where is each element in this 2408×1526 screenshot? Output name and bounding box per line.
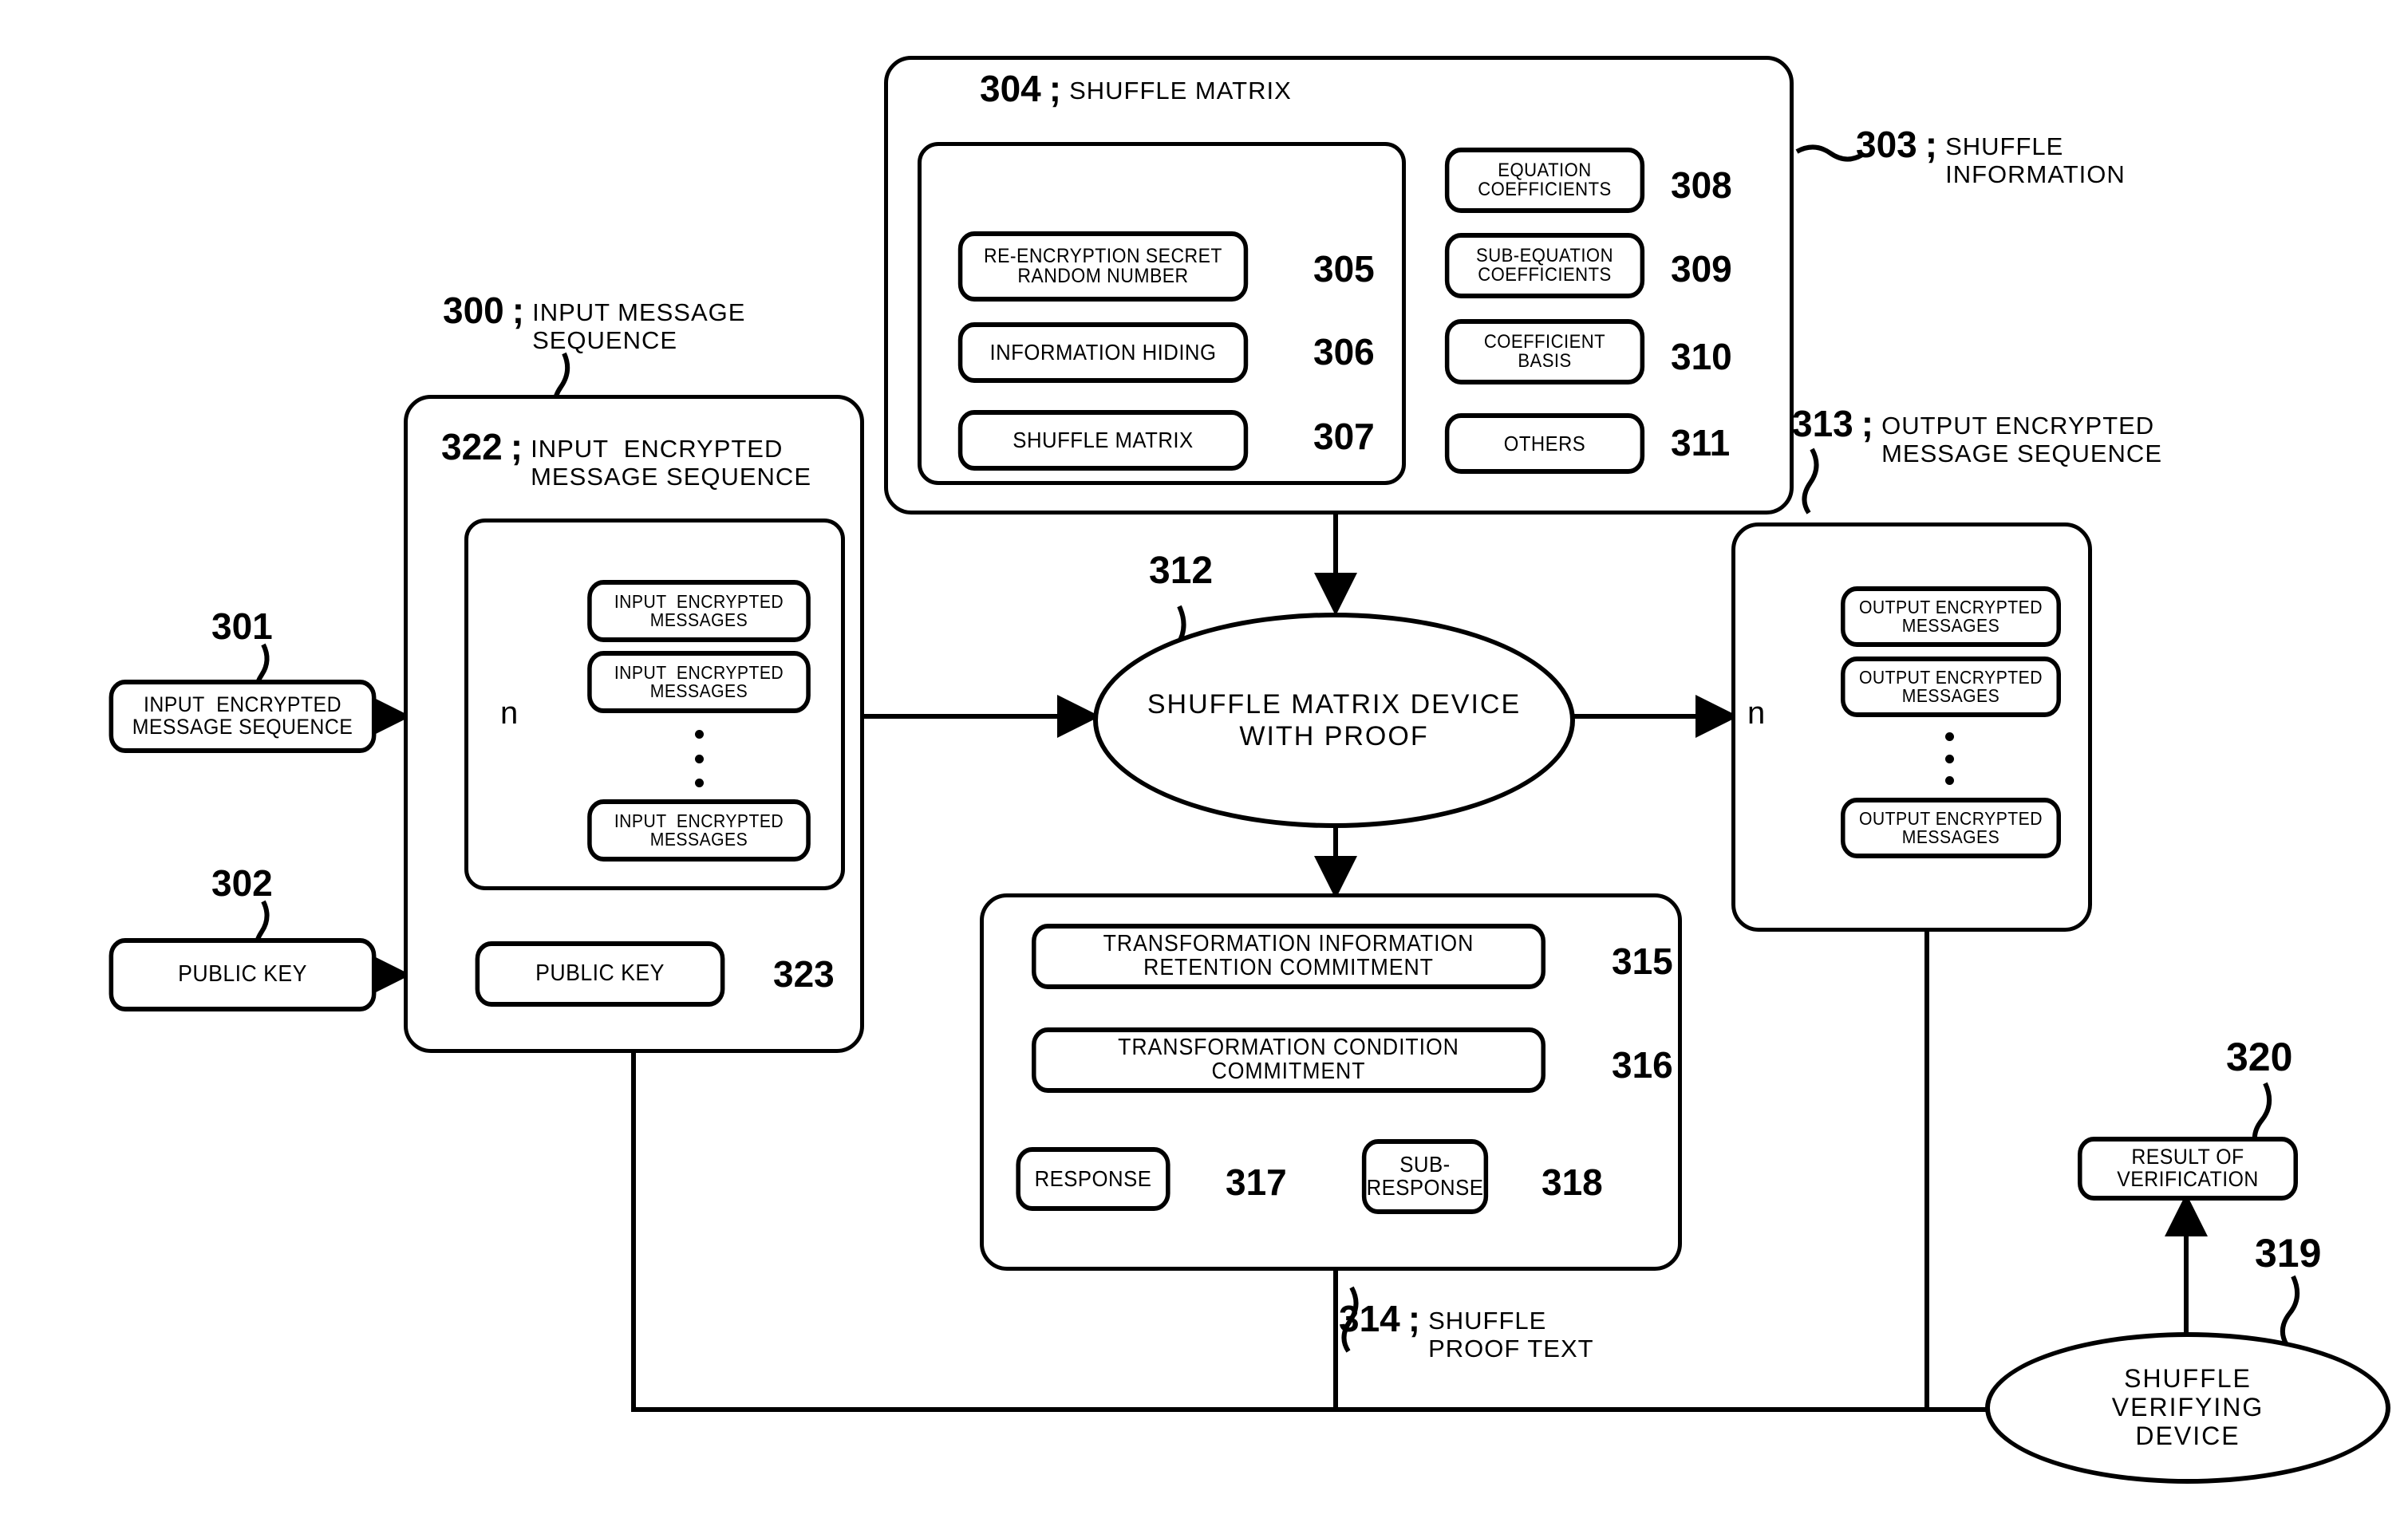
response[interactable]: RESPONSE — [1016, 1147, 1170, 1211]
public-key-inner-label: PUBLIC KEY — [535, 960, 665, 987]
ref-319: 319 — [2255, 1231, 2322, 1276]
item-310-label: COEFFICIENT BASIS — [1483, 330, 1606, 372]
caption-322-sep: ; — [510, 426, 523, 467]
output-ellipsis-dots — [1944, 732, 1954, 785]
caption-304-num: 304 — [980, 68, 1041, 109]
caption-303-num: 303 — [1856, 124, 1917, 165]
result-of-verification[interactable]: RESULT OF VERIFICATION — [2078, 1137, 2298, 1201]
caption-303: 303 ; SHUFFLE INFORMATION — [1856, 126, 2126, 189]
caption-303-sep: ; — [1924, 124, 1938, 165]
caption-322-text: INPUT ENCRYPTED MESSAGE SEQUENCE — [531, 435, 811, 491]
caption-314: 314 ; SHUFFLE PROOF TEXT — [1339, 1300, 1594, 1363]
ref-317: 317 — [1226, 1161, 1287, 1203]
caption-300-text: INPUT MESSAGE SEQUENCE — [532, 298, 746, 355]
caption-304: 304 ; SHUFFLE MATRIX — [980, 70, 1292, 107]
re-encryption-secret-random-number[interactable]: RE-ENCRYPTION SECRET RANDOM NUMBER — [957, 231, 1249, 302]
input-item-3-label: INPUT ENCRYPTED MESSAGES — [614, 810, 784, 850]
result-label: RESULT OF VERIFICATION — [2117, 1145, 2259, 1191]
output-encrypted-messages-item-3[interactable]: OUTPUT ENCRYPTED MESSAGES — [1841, 798, 2061, 858]
input-item-2-label: INPUT ENCRYPTED MESSAGES — [614, 661, 784, 701]
ref-307: 307 — [1313, 416, 1375, 457]
ref-318: 318 — [1542, 1161, 1603, 1203]
caption-314-num: 314 — [1339, 1298, 1400, 1339]
input-encrypted-messages-item-1[interactable]: INPUT ENCRYPTED MESSAGES — [587, 580, 811, 642]
input-encrypted-message-sequence-source[interactable]: INPUT ENCRYPTED MESSAGE SEQUENCE — [109, 680, 377, 753]
verifying-device-label: SHUFFLE VERIFYING DEVICE — [2111, 1364, 2264, 1450]
ref-305: 305 — [1313, 248, 1375, 290]
ref-309: 309 — [1671, 248, 1732, 290]
leader-303 — [1795, 144, 1864, 162]
item-311-label: OTHERS — [1503, 431, 1586, 455]
public-key-source[interactable]: PUBLIC KEY — [109, 938, 377, 1011]
item-306-label: INFORMATION HIDING — [989, 339, 1217, 365]
input-count-label: n — [500, 696, 519, 731]
caption-300-sep: ; — [511, 290, 525, 331]
item-308-label: EQUATION COEFFICIENTS — [1478, 159, 1612, 200]
ref-311: 311 — [1671, 422, 1731, 463]
caption-304-text: SHUFFLE MATRIX — [1069, 77, 1292, 104]
caption-304-sep: ; — [1048, 68, 1062, 109]
ref-306: 306 — [1313, 331, 1375, 373]
caption-314-text: SHUFFLE PROOF TEXT — [1428, 1307, 1594, 1363]
ref-323: 323 — [773, 953, 835, 995]
caption-303-text: SHUFFLE INFORMATION — [1945, 132, 2126, 189]
shuffle-verifying-device[interactable]: SHUFFLE VERIFYING DEVICE — [1985, 1332, 2390, 1484]
item-317-label: RESPONSE — [1034, 1165, 1152, 1191]
item-307-label: SHUFFLE MATRIX — [1013, 427, 1194, 452]
input-encrypted-messages-item-2[interactable]: INPUT ENCRYPTED MESSAGES — [587, 651, 811, 713]
caption-300: 300 ; INPUT MESSAGE SEQUENCE — [443, 292, 745, 355]
ref-315: 315 — [1612, 940, 1673, 982]
item-315-label: TRANSFORMATION INFORMATION RETENTION COM… — [1103, 931, 1474, 980]
public-key-inner[interactable]: PUBLIC KEY — [475, 941, 725, 1007]
information-hiding[interactable]: INFORMATION HIDING — [957, 322, 1249, 383]
caption-313-num: 313 — [1792, 403, 1853, 444]
equation-coefficients[interactable]: EQUATION COEFFICIENTS — [1444, 148, 1645, 213]
input-item-1-label: INPUT ENCRYPTED MESSAGES — [614, 590, 784, 630]
item-318-label: SUB- RESPONSE — [1366, 1152, 1484, 1200]
shuffle-matrix-item[interactable]: SHUFFLE MATRIX — [957, 410, 1249, 471]
transformation-information-retention-commitment[interactable]: TRANSFORMATION INFORMATION RETENTION COM… — [1032, 924, 1545, 989]
item-309-label: SUB-EQUATION COEFFICIENTS — [1476, 244, 1613, 286]
caption-314-sep: ; — [1407, 1298, 1421, 1339]
ref-308: 308 — [1671, 164, 1732, 206]
patent-figure-canvas: 301 INPUT ENCRYPTED MESSAGE SEQUENCE 302… — [0, 0, 2408, 1526]
public-key-source-label: PUBLIC KEY — [178, 961, 307, 988]
caption-322-num: 322 — [441, 426, 503, 467]
caption-313-sep: ; — [1861, 403, 1874, 444]
output-item-2-label: OUTPUT ENCRYPTED MESSAGES — [1859, 666, 2043, 706]
ref-310: 310 — [1671, 336, 1732, 377]
caption-300-num: 300 — [443, 290, 504, 331]
transformation-condition-commitment[interactable]: TRANSFORMATION CONDITION COMMITMENT — [1032, 1027, 1545, 1093]
ref-301: 301 — [211, 605, 273, 647]
others[interactable]: OTHERS — [1444, 413, 1645, 474]
output-item-1-label: OUTPUT ENCRYPTED MESSAGES — [1859, 596, 2043, 636]
output-count-label: n — [1747, 696, 1766, 731]
caption-313: 313 ; OUTPUT ENCRYPTED MESSAGE SEQUENCE — [1792, 405, 2162, 468]
shuffle-matrix-device-with-proof[interactable]: SHUFFLE MATRIX DEVICE WITH PROOF — [1093, 613, 1575, 828]
ref-320: 320 — [2226, 1035, 2293, 1079]
ref-302: 302 — [211, 862, 273, 904]
item-305-label: RE-ENCRYPTION SECRET RANDOM NUMBER — [984, 244, 1222, 287]
sub-response[interactable]: SUB- RESPONSE — [1361, 1139, 1489, 1214]
input-ellipsis-dots — [694, 730, 704, 787]
shuffle-device-label: SHUFFLE MATRIX DEVICE WITH PROOF — [1147, 688, 1522, 751]
input-encrypted-messages-item-3[interactable]: INPUT ENCRYPTED MESSAGES — [587, 799, 811, 862]
output-encrypted-messages-item-1[interactable]: OUTPUT ENCRYPTED MESSAGES — [1841, 586, 2061, 647]
ref-316: 316 — [1612, 1044, 1673, 1086]
output-encrypted-messages-item-2[interactable]: OUTPUT ENCRYPTED MESSAGES — [1841, 657, 2061, 717]
caption-322: 322 ; INPUT ENCRYPTED MESSAGE SEQUENCE — [441, 428, 811, 491]
caption-313-text: OUTPUT ENCRYPTED MESSAGE SEQUENCE — [1881, 412, 2162, 468]
ref-312: 312 — [1149, 550, 1214, 592]
sub-equation-coefficients[interactable]: SUB-EQUATION COEFFICIENTS — [1444, 233, 1645, 298]
output-item-3-label: OUTPUT ENCRYPTED MESSAGES — [1859, 807, 2043, 847]
leader-319 — [2280, 1275, 2300, 1347]
item-316-label: TRANSFORMATION CONDITION COMMITMENT — [1118, 1035, 1459, 1084]
coefficient-basis[interactable]: COEFFICIENT BASIS — [1444, 319, 1645, 384]
output-message-sequence-container — [1731, 522, 2092, 932]
input-source-label: INPUT ENCRYPTED MESSAGE SEQUENCE — [132, 692, 353, 739]
